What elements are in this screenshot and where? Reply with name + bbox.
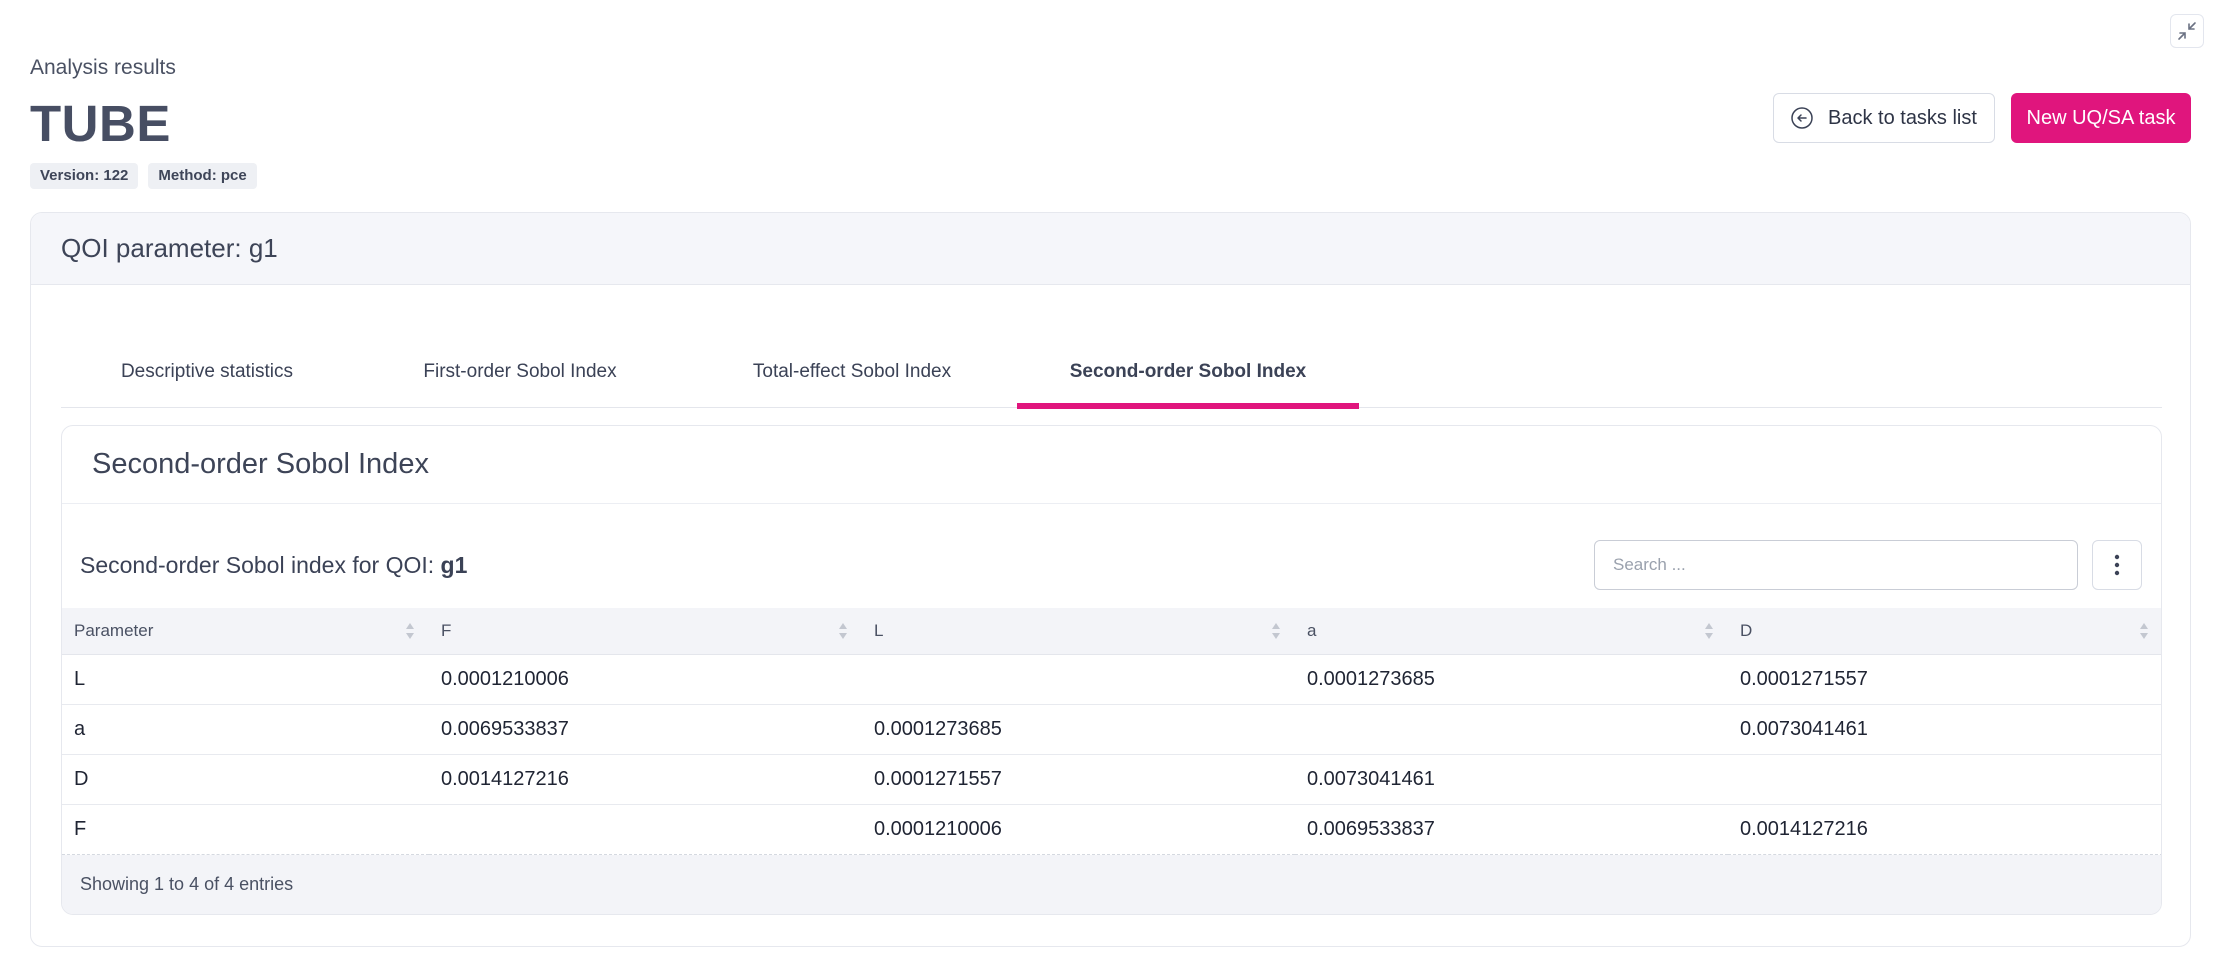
sort-icon xyxy=(2140,623,2148,639)
version-badge: Version: 122 xyxy=(30,163,139,189)
column-header-label: F xyxy=(441,620,452,640)
table-row: D 0.0014127216 0.0001271557 0.0073041461 xyxy=(62,754,2161,805)
more-vertical-icon xyxy=(2114,554,2120,576)
sort-icon xyxy=(1272,623,1280,639)
sobol-table: Parameter F L a D L 0.0001210006 0.00012… xyxy=(62,608,2161,855)
qoi-card-header: QOI parameter: g1 xyxy=(31,213,2190,285)
table-row: a 0.0069533837 0.0001273685 0.0073041461 xyxy=(62,704,2161,755)
page-subtitle: Analysis results xyxy=(30,56,176,79)
table-cell: F xyxy=(62,804,429,855)
panel-header: Second-order Sobol Index xyxy=(62,426,2161,504)
panel-title: Second-order Sobol Index xyxy=(92,448,429,480)
column-header[interactable]: a xyxy=(1295,608,1728,655)
table-cell: 0.0001210006 xyxy=(429,654,862,705)
badge-group: Version: 122 Method: pce xyxy=(30,163,257,189)
column-header[interactable]: F xyxy=(429,608,862,655)
table-header-row: Parameter F L a D xyxy=(62,608,2161,655)
page-title: TUBE xyxy=(30,95,171,152)
tab-total-effect-sobol[interactable]: Total-effect Sobol Index xyxy=(687,336,1017,408)
sort-icon xyxy=(406,623,414,639)
sobol-panel: Second-order Sobol Index Second-order So… xyxy=(61,425,2162,915)
table-cell: 0.0014127216 xyxy=(1728,804,2161,855)
table-cell: 0.0001273685 xyxy=(1295,654,1728,705)
table-toolbar: Second-order Sobol index for QOI: g1 xyxy=(62,504,2161,608)
column-header[interactable]: Parameter xyxy=(62,608,429,655)
sort-icon xyxy=(1705,623,1713,639)
table-cell: 0.0069533837 xyxy=(429,704,862,755)
table-row: L 0.0001210006 0.0001273685 0.0001271557 xyxy=(62,654,2161,705)
table-cell: D xyxy=(62,754,429,805)
table-caption: Second-order Sobol index for QOI: g1 xyxy=(80,552,467,579)
collapse-button[interactable] xyxy=(2170,14,2204,48)
tab-first-order-sobol[interactable]: First-order Sobol Index xyxy=(353,336,687,408)
collapse-icon xyxy=(2178,22,2196,40)
column-header-label: Parameter xyxy=(74,620,154,640)
column-header[interactable]: D xyxy=(1728,608,2161,655)
qoi-card: QOI parameter: g1 Descriptive statistics… xyxy=(30,212,2191,947)
table-cell: 0.0001210006 xyxy=(862,804,1295,855)
sort-icon xyxy=(839,623,847,639)
table-cell: 0.0069533837 xyxy=(1295,804,1728,855)
table-cell xyxy=(429,804,862,855)
table-cell xyxy=(1295,704,1728,755)
method-badge: Method: pce xyxy=(148,163,257,189)
table-cell: 0.0001271557 xyxy=(1728,654,2161,705)
table-caption-qoi: g1 xyxy=(440,552,468,578)
back-to-tasks-button[interactable]: Back to tasks list xyxy=(1773,93,1995,143)
table-footer: Showing 1 to 4 of 4 entries xyxy=(62,854,2161,914)
arrow-left-circle-icon xyxy=(1791,107,1813,129)
table-cell: 0.0073041461 xyxy=(1728,704,2161,755)
new-task-button[interactable]: New UQ/SA task xyxy=(2011,93,2191,143)
table-cell: a xyxy=(62,704,429,755)
column-header-label: D xyxy=(1740,620,1753,640)
column-header-label: L xyxy=(874,620,884,640)
qoi-title: QOI parameter: g1 xyxy=(61,233,278,263)
table-cell xyxy=(862,654,1295,705)
table-cell: 0.0014127216 xyxy=(429,754,862,805)
table-cell: L xyxy=(62,654,429,705)
table-cell: 0.0001271557 xyxy=(862,754,1295,805)
more-options-button[interactable] xyxy=(2092,540,2142,590)
tab-second-order-sobol[interactable]: Second-order Sobol Index xyxy=(1017,336,1359,409)
table-row: F 0.0001210006 0.0069533837 0.0014127216 xyxy=(62,804,2161,855)
column-header[interactable]: L xyxy=(862,608,1295,655)
search-input[interactable] xyxy=(1594,540,2078,590)
column-header-label: a xyxy=(1307,620,1317,640)
tab-bar: Descriptive statistics First-order Sobol… xyxy=(61,336,2162,409)
table-cell: 0.0073041461 xyxy=(1295,754,1728,805)
tab-descriptive-statistics[interactable]: Descriptive statistics xyxy=(61,336,353,408)
back-button-label: Back to tasks list xyxy=(1828,106,1977,129)
table-cell xyxy=(1728,754,2161,805)
page-header: Analysis results TUBE Version: 122 Metho… xyxy=(30,56,257,189)
table-cell: 0.0001273685 xyxy=(862,704,1295,755)
table-caption-prefix: Second-order Sobol index for QOI: xyxy=(80,552,441,578)
